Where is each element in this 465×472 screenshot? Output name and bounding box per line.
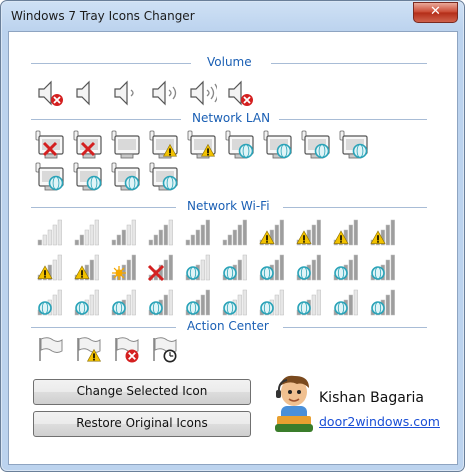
section-network-lan-label: Network LAN	[186, 111, 277, 125]
wifi-full-icon[interactable]	[220, 218, 250, 248]
author-website-link[interactable]: door2windows.com	[319, 414, 440, 429]
section-volume-label: Volume	[201, 55, 258, 69]
lan-globe-icon[interactable]	[111, 162, 141, 192]
author-avatar	[275, 375, 313, 432]
wifi-warning-icon[interactable]	[368, 218, 398, 248]
wifi-globe-icon[interactable]	[220, 253, 250, 283]
wifi-globe-icon[interactable]	[35, 288, 65, 318]
speaker-3-icon[interactable]	[187, 78, 217, 108]
window-title: Windows 7 Tray Icons Changer	[11, 9, 195, 23]
lan-disconnected-icon[interactable]	[35, 130, 65, 160]
lan-globe-icon[interactable]	[149, 162, 179, 192]
wifi-warning-icon[interactable]	[331, 218, 361, 248]
app-window: Windows 7 Tray Icons Changer ✕ Volume Ne…	[0, 0, 465, 472]
lan-warning-icon[interactable]	[149, 130, 179, 160]
wifi-globe-icon[interactable]	[72, 288, 102, 318]
lan-globe-icon[interactable]	[225, 130, 255, 160]
wifi-globe-icon[interactable]	[294, 253, 324, 283]
wifi-globe-icon[interactable]	[109, 288, 139, 318]
lan-globe-icon[interactable]	[301, 130, 331, 160]
flag-error-icon[interactable]	[111, 334, 141, 364]
author-name: Kishan Bagaria	[319, 390, 425, 406]
lan-globe-icon[interactable]	[73, 162, 103, 192]
lan-warning-large-icon[interactable]	[187, 130, 217, 160]
speaker-error-icon[interactable]	[225, 78, 255, 108]
wifi-3-bars-icon[interactable]	[109, 218, 139, 248]
wifi-globe-icon[interactable]	[183, 288, 213, 318]
wifi-globe-icon[interactable]	[331, 288, 361, 318]
wifi-globe-icon[interactable]	[368, 253, 398, 283]
wifi-searching-icon[interactable]	[109, 253, 139, 283]
section-network-wifi-label: Network Wi-Fi	[181, 199, 276, 213]
wifi-globe-icon[interactable]	[220, 288, 250, 318]
wifi-error-icon[interactable]	[146, 253, 176, 283]
wifi-globe-icon[interactable]	[294, 288, 324, 318]
speaker-1-icon[interactable]	[111, 78, 141, 108]
section-action-center-label: Action Center	[181, 319, 275, 333]
wifi-warning-icon[interactable]	[294, 218, 324, 248]
lan-connected-icon[interactable]	[111, 130, 141, 160]
section-network-wifi: Network Wi-Fi	[31, 199, 427, 214]
section-network-lan: Network LAN	[31, 111, 427, 126]
section-volume: Volume	[31, 55, 427, 70]
close-button[interactable]: ✕	[413, 2, 458, 23]
flag-clock-icon[interactable]	[149, 334, 179, 364]
lan-globe-icon[interactable]	[35, 162, 65, 192]
lan-globe-icon[interactable]	[339, 130, 369, 160]
change-selected-icon-button[interactable]: Change Selected Icon	[33, 379, 251, 405]
restore-original-icons-button[interactable]: Restore Original Icons	[33, 411, 251, 437]
wifi-globe-icon[interactable]	[146, 288, 176, 318]
wifi-globe-icon[interactable]	[368, 288, 398, 318]
wifi-5-bars-icon[interactable]	[183, 218, 213, 248]
wifi-1-bar-icon[interactable]	[35, 218, 65, 248]
wifi-warning-icon[interactable]	[35, 253, 65, 283]
wifi-warning-icon[interactable]	[72, 253, 102, 283]
flag-warning-icon[interactable]	[73, 334, 103, 364]
section-action-center: Action Center	[31, 319, 427, 334]
wifi-globe-icon[interactable]	[183, 253, 213, 283]
speaker-muted-icon[interactable]	[35, 78, 65, 108]
speaker-0-icon[interactable]	[73, 78, 103, 108]
client-area: Volume Network LAN Network Wi-Fi Action …	[8, 31, 458, 465]
speaker-2-icon[interactable]	[149, 78, 179, 108]
lan-globe-icon[interactable]	[263, 130, 293, 160]
lan-error-icon[interactable]	[73, 130, 103, 160]
title-bar[interactable]: Windows 7 Tray Icons Changer ✕	[1, 1, 464, 33]
wifi-globe-icon[interactable]	[331, 253, 361, 283]
wifi-4-bars-icon[interactable]	[146, 218, 176, 248]
wifi-globe-icon[interactable]	[257, 253, 287, 283]
flag-icon[interactable]	[35, 334, 65, 364]
wifi-warning-icon[interactable]	[257, 218, 287, 248]
wifi-globe-icon[interactable]	[257, 288, 287, 318]
wifi-2-bars-icon[interactable]	[72, 218, 102, 248]
